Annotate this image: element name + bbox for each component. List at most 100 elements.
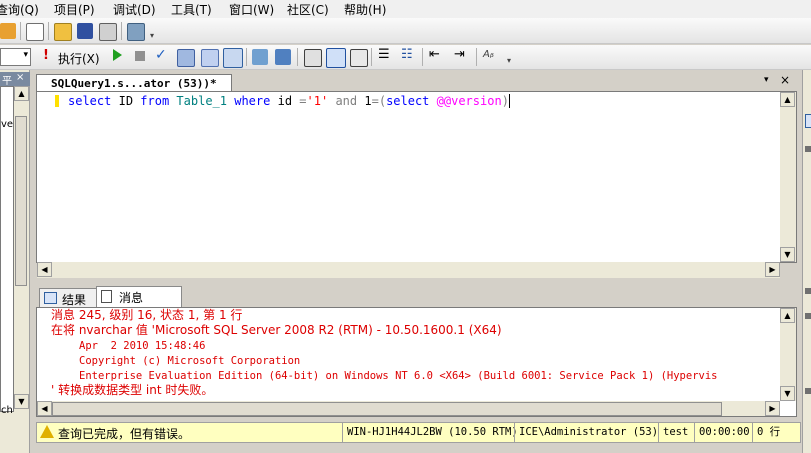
scroll-up-icon[interactable]: ▲ — [780, 308, 795, 323]
operator-token: and — [335, 94, 358, 108]
menu-debug[interactable]: 调试(D) — [113, 1, 156, 18]
editor-horizontal-scrollbar[interactable]: ◀ ▶ — [37, 262, 780, 278]
scroll-down-icon[interactable]: ▼ — [780, 247, 795, 262]
tab-sqlquery1[interactable]: SQLQuery1.s...ator (53))* — [36, 74, 232, 92]
menu-community[interactable]: 社区(C) — [287, 1, 329, 18]
uncomment-lines-icon[interactable]: ☷ — [401, 47, 413, 62]
message-line: 在将 nvarchar 值 'Microsoft SQL Server 2008… — [51, 323, 502, 337]
identifier-token: ID — [118, 94, 134, 108]
paren-token: ( — [378, 94, 387, 108]
keyword-token: where — [234, 94, 271, 108]
scroll-right-icon[interactable]: ▶ — [765, 262, 780, 277]
vertical-scrollbar[interactable]: ▲ ▼ — [14, 86, 29, 412]
status-user: ICE\Administrator (53) — [514, 423, 663, 442]
new-file-icon[interactable] — [26, 23, 44, 41]
database-select[interactable]: ▾ — [0, 48, 31, 66]
panel-marker-icon — [805, 146, 811, 152]
increase-indent-icon[interactable]: ⇥ — [454, 47, 465, 62]
messages-horizontal-scrollbar[interactable]: ◀ ▶ — [37, 401, 780, 416]
new-query-icon[interactable] — [0, 23, 16, 39]
menu-bar: 查询(Q) 项目(P) 调试(D) 工具(T) 窗口(W) 社区(C) 帮助(H… — [0, 0, 811, 18]
toolbar-overflow-icon[interactable]: ▾ — [507, 57, 513, 65]
menu-query[interactable]: 查询(Q) — [0, 1, 39, 18]
panel-header: 平 × — [0, 72, 30, 87]
close-icon[interactable]: × — [16, 72, 24, 83]
identifier-token: id — [277, 94, 293, 108]
save-all-icon[interactable] — [99, 23, 117, 41]
grid-icon — [44, 292, 57, 304]
warning-icon — [40, 425, 54, 438]
query-line-1[interactable]: select ID from Table_1 where id ='1' and… — [68, 93, 518, 109]
panel-marker-icon — [805, 288, 811, 294]
tree-node-fragment[interactable]: ve — [1, 119, 13, 130]
activity-monitor-icon[interactable] — [127, 23, 145, 41]
message-line: Copyright (c) Microsoft Corporation — [79, 355, 301, 367]
toolbar-separator — [246, 48, 247, 66]
include-plan-icon[interactable] — [252, 49, 268, 65]
results-to-file-icon[interactable] — [350, 49, 368, 67]
results-to-grid-active-icon[interactable] — [326, 48, 346, 68]
execute-button[interactable]: 执行(X) — [58, 50, 100, 67]
status-database: test — [658, 423, 699, 442]
object-tree[interactable]: ve ch — [0, 86, 14, 416]
messages-panel[interactable]: 消息 245, 级别 16, 状态 1, 第 1 行 在将 nvarchar 值… — [36, 307, 797, 417]
document-icon — [101, 290, 112, 303]
message-line: Enterprise Evaluation Edition (64-bit) o… — [79, 370, 718, 382]
status-elapsed: 00:00:00 — [694, 423, 757, 442]
scroll-thumb[interactable] — [52, 402, 722, 416]
comment-lines-icon[interactable]: ☰ — [378, 47, 390, 62]
query-designer-icon[interactable] — [201, 49, 219, 67]
object-explorer-panel: 平 × ve ch ▲ ▼ — [0, 70, 30, 453]
results-to-text-icon[interactable] — [304, 49, 322, 67]
client-stats-icon[interactable] — [275, 49, 291, 65]
scroll-up-icon[interactable]: ▲ — [14, 86, 29, 101]
scroll-down-icon[interactable]: ▼ — [780, 386, 795, 401]
panel-tab-icon[interactable] — [805, 114, 811, 128]
message-line: Apr 2 2010 15:48:46 — [79, 340, 206, 352]
toolbar-overflow-icon[interactable]: ▾ — [150, 32, 156, 40]
menu-help[interactable]: 帮助(H) — [344, 1, 386, 18]
menu-window[interactable]: 窗口(W) — [229, 1, 274, 18]
toolbar-separator — [422, 48, 423, 66]
stop-icon[interactable] — [135, 51, 145, 61]
open-folder-icon[interactable] — [54, 23, 72, 41]
scroll-up-icon[interactable]: ▲ — [780, 92, 795, 107]
query-editor[interactable]: select ID from Table_1 where id ='1' and… — [36, 91, 797, 278]
text-cursor — [508, 94, 518, 108]
debug-play-icon[interactable] — [113, 49, 122, 61]
status-bar: 查询已完成，但有错误。 WIN-HJ1H44JL2BW (10.50 RTM) … — [36, 422, 801, 443]
menu-tools[interactable]: 工具(T) — [171, 1, 212, 18]
message-line: 消息 245, 级别 16, 状态 1, 第 1 行 — [51, 308, 243, 322]
save-icon[interactable] — [77, 23, 93, 39]
chevron-down-icon: ▾ — [23, 50, 28, 60]
keyword-token: select — [386, 94, 430, 108]
keyword-token: select — [68, 94, 112, 108]
tab-results-label: 结果 — [62, 293, 87, 307]
editor-vertical-scrollbar[interactable]: ▲ ▼ — [780, 92, 796, 262]
close-editor-icon[interactable]: × — [780, 73, 790, 87]
scroll-thumb[interactable] — [15, 116, 27, 286]
messages-vertical-scrollbar[interactable]: ▲ ▼ — [780, 308, 796, 401]
scroll-left-icon[interactable]: ◀ — [37, 262, 52, 277]
toolbar-separator — [476, 48, 477, 66]
parse-checkmark-icon[interactable]: ✓ — [155, 47, 167, 63]
scroll-down-icon[interactable]: ▼ — [14, 394, 29, 409]
tree-node-fragment[interactable]: ch — [1, 405, 13, 416]
properties-panel — [802, 70, 811, 453]
status-rows: 0 行 — [752, 423, 805, 442]
keyword-token: from — [140, 94, 170, 108]
decrease-indent-icon[interactable]: ⇤ — [429, 47, 440, 62]
table-token: Table_1 — [176, 94, 227, 108]
tab-list-chevron-icon[interactable]: ▾ — [764, 75, 769, 85]
results-to-grid-icon[interactable] — [223, 48, 243, 68]
toolbar-separator — [48, 22, 49, 40]
scroll-left-icon[interactable]: ◀ — [37, 401, 52, 416]
pane-splitter[interactable] — [36, 281, 797, 285]
scroll-right-icon[interactable]: ▶ — [765, 401, 780, 416]
modified-line-marker — [55, 95, 59, 107]
specify-values-icon[interactable]: Aᵦ — [483, 49, 494, 60]
operator-token: = — [371, 94, 379, 108]
estimated-plan-icon[interactable] — [177, 49, 195, 67]
standard-toolbar: ▾ — [0, 18, 811, 44]
menu-project[interactable]: 项目(P) — [54, 1, 95, 18]
